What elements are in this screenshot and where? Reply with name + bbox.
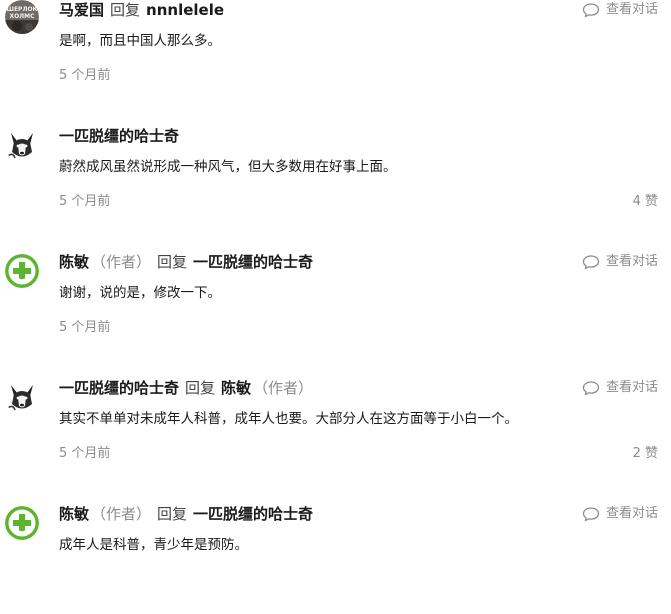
comment-content: 是啊，而且中国人那么多。 <box>59 33 221 49</box>
comment-content: 其实不单单对未成年人科普，成年人也要。大部分人在这方面等于小白一个。 <box>59 411 518 427</box>
svg-text:ХОЛМС: ХОЛМС <box>9 13 35 20</box>
view-conversation-label: 查看对话 <box>605 2 658 17</box>
comment-content: 蔚然成风虽然说形成一种风气，但大多数用在好事上面。 <box>59 159 397 175</box>
commenter-name[interactable]: 一匹脱缰的哈士奇 <box>59 379 179 397</box>
view-conversation-button[interactable]: 查看对话 <box>582 504 658 524</box>
reply-label: 回复 <box>110 1 141 19</box>
comment-item: 陈敏 （作者） 回复 一匹脱缰的哈士奇 查看对话谢谢，说的是，修改一下。 5 个月前 <box>0 252 671 362</box>
author-tag: （作者） <box>91 253 152 271</box>
comment-content: 成年人是科普，青少年是预防。 <box>59 537 248 553</box>
author-tag: （作者） <box>91 505 152 523</box>
comment-item: 一匹脱缰的哈士奇蔚然成风虽然说形成一种风气，但大多数用在好事上面。 5 个月前 4 … <box>0 126 671 236</box>
reply-label: 回复 <box>157 253 188 271</box>
commenter-name[interactable]: 陈敏 <box>59 253 89 271</box>
reply-label: 回复 <box>157 505 188 523</box>
comment-content: 谢谢，说的是，修改一下。 <box>59 285 221 301</box>
green-cross-avatar-icon[interactable] <box>5 254 39 288</box>
commenter-name[interactable]: 马爱国 <box>59 1 104 19</box>
speech-bubble-icon <box>582 380 600 396</box>
comment-time: 5 个月前 <box>59 320 111 335</box>
commenter-name[interactable]: 一匹脱缰的哈士奇 <box>59 127 179 145</box>
author-tag: （作者） <box>253 379 314 397</box>
green-cross-avatar-icon[interactable] <box>5 506 39 540</box>
comment-header: 马爱国 回复 nnnlelele <box>59 0 224 20</box>
comment-time: 5 个月前 <box>59 68 111 83</box>
reply-label: 回复 <box>185 379 216 397</box>
comment-header: 陈敏 （作者） 回复 一匹脱缰的哈士奇 <box>59 252 313 272</box>
husky-avatar-icon[interactable] <box>5 128 39 162</box>
reply-target-name[interactable]: 一匹脱缰的哈士奇 <box>193 505 313 523</box>
view-conversation-label: 查看对话 <box>605 254 658 269</box>
view-conversation-label: 查看对话 <box>605 506 658 521</box>
view-conversation-button[interactable]: 查看对话 <box>582 252 658 272</box>
speech-bubble-icon <box>582 506 600 522</box>
comment-time: 5 个月前 <box>59 194 111 209</box>
view-conversation-button[interactable]: 查看对话 <box>582 0 658 20</box>
commenter-name[interactable]: 陈敏 <box>59 505 89 523</box>
comment-time: 5 个月前 <box>59 446 111 461</box>
view-conversation-label: 查看对话 <box>605 380 658 395</box>
husky-avatar-icon[interactable] <box>5 380 39 414</box>
comment-item: 一匹脱缰的哈士奇 回复 陈敏 （作者） 查看对话其实不单单对未成年人科普，成年人也要。大… <box>0 378 671 488</box>
like-count[interactable]: 4 赞 <box>633 193 658 211</box>
sherlock-avatar-icon[interactable]: ШЕРЛОК ХОЛМС <box>5 0 39 34</box>
like-count[interactable]: 2 赞 <box>633 445 658 463</box>
comment-header: 一匹脱缰的哈士奇 回复 陈敏 （作者） <box>59 378 313 398</box>
comment-header: 一匹脱缰的哈士奇 <box>59 126 179 146</box>
reply-target-name[interactable]: nnnlelele <box>146 1 224 19</box>
view-conversation-button[interactable]: 查看对话 <box>582 378 658 398</box>
speech-bubble-icon <box>582 254 600 270</box>
comment-item: 陈敏 （作者） 回复 一匹脱缰的哈士奇 查看对话成年人是科普，青少年是预防。 <box>0 504 671 614</box>
speech-bubble-icon <box>582 2 600 18</box>
reply-target-name[interactable]: 一匹脱缰的哈士奇 <box>193 253 313 271</box>
comment-item: ШЕРЛОК ХОЛМС 马爱国 回复 nnnlelele 查看对话是啊，而且中国人那么多… <box>0 0 671 110</box>
comment-header: 陈敏 （作者） 回复 一匹脱缰的哈士奇 <box>59 504 313 524</box>
avatar-text: ШЕРЛОКХОЛМС <box>7 6 38 20</box>
reply-target-name[interactable]: 陈敏 <box>221 379 251 397</box>
svg-text:ШЕРЛОК: ШЕРЛОК <box>7 6 38 13</box>
